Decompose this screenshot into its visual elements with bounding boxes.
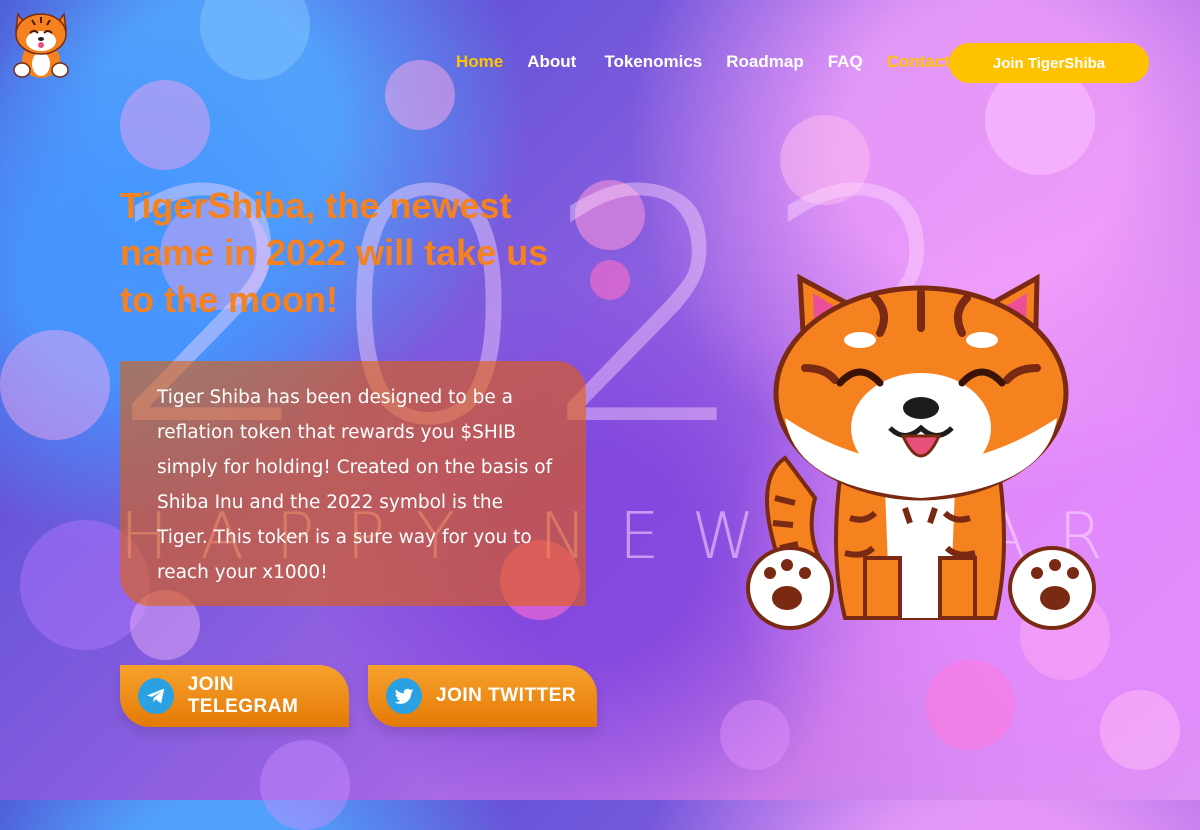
- bokeh-light: [720, 700, 790, 770]
- nav-item-about[interactable]: About: [515, 44, 588, 80]
- nav-item-tokenomics[interactable]: Tokenomics: [592, 44, 714, 80]
- hero-title: TigerShiba, the newest name in 2022 will…: [120, 185, 549, 320]
- tiger-shiba-logo-icon[interactable]: [10, 6, 72, 80]
- join-twitter-button[interactable]: JOIN TWITTER: [368, 665, 597, 727]
- hero-description-box: Tiger Shiba has been designed to be a re…: [120, 361, 586, 606]
- bokeh-light: [1100, 690, 1180, 770]
- bokeh-light: [780, 115, 870, 205]
- bokeh-light: [590, 260, 630, 300]
- tiger-shiba-mascot: [745, 258, 1097, 638]
- nav-item-faq[interactable]: FAQ: [816, 44, 875, 80]
- bokeh-light: [260, 740, 350, 830]
- nav-item-roadmap[interactable]: Roadmap: [714, 44, 815, 80]
- site-header: Home About Tokenomics Roadmap FAQ Contac…: [0, 0, 1200, 110]
- join-telegram-button[interactable]: JOIN TELEGRAM: [120, 665, 349, 727]
- bokeh-light: [925, 660, 1015, 750]
- nav-item-home[interactable]: Home: [444, 44, 515, 80]
- join-tigershiba-button[interactable]: Join TigerShiba: [949, 43, 1149, 83]
- telegram-icon: [138, 678, 174, 714]
- bokeh-light: [0, 330, 110, 440]
- join-twitter-label: JOIN TWITTER: [436, 685, 577, 706]
- join-telegram-label: JOIN TELEGRAM: [187, 674, 299, 717]
- twitter-icon: [386, 678, 422, 714]
- hero-description: Tiger Shiba has been designed to be a re…: [157, 387, 553, 583]
- main-nav: Home About Tokenomics Roadmap FAQ Contac…: [444, 44, 962, 80]
